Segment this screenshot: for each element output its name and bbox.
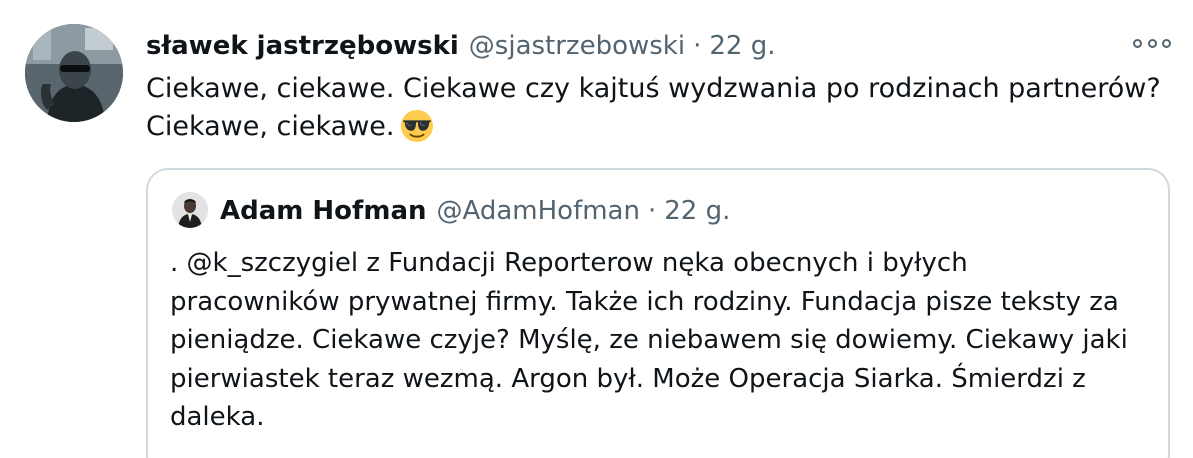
author-handle[interactable]: @sjastrzebowski xyxy=(469,28,685,64)
quoted-tweet-card[interactable]: Adam Hofman @AdamHofman · 22 g. . @k_szc… xyxy=(146,168,1170,458)
quoted-text-line: pieniądze. Ciekawe czyje? Myślę, ze nieb… xyxy=(170,325,1128,355)
more-options-icon[interactable] xyxy=(1133,33,1171,53)
tweet-text-line: Ciekawe, ciekawe. Ciekawe czy kajtuś wyd… xyxy=(146,73,1161,104)
tweet-text: Ciekawe, ciekawe. Ciekawe czy kajtuś wyd… xyxy=(146,70,1176,146)
quoted-author-name[interactable]: Adam Hofman xyxy=(220,194,427,228)
quoted-tweet-header: Adam Hofman @AdamHofman · 22 g. xyxy=(220,194,730,228)
author-avatar-image xyxy=(25,24,123,122)
quoted-author-handle[interactable]: @AdamHofman xyxy=(437,194,640,228)
quoted-author-avatar[interactable] xyxy=(172,192,208,228)
tweet-header: sławek jastrzębowski @sjastrzebowski · 2… xyxy=(146,28,775,64)
quoted-tweet-text: . @k_szczygiel z Fundacji Reporterow nęk… xyxy=(170,244,1150,437)
quoted-author-avatar-image xyxy=(172,192,208,228)
quoted-tweet-timestamp[interactable]: 22 g. xyxy=(664,194,730,228)
tweet[interactable]: sławek jastrzębowski @sjastrzebowski · 2… xyxy=(0,0,1193,458)
quoted-text-line: pracowników prywatnej firmy. Także ich r… xyxy=(170,286,1119,317)
header-separator: · xyxy=(693,31,702,61)
tweet-text-line: Ciekawe, ciekawe. xyxy=(146,111,395,142)
more-dot-icon xyxy=(1133,38,1142,48)
more-dot-icon xyxy=(1147,38,1157,48)
quoted-text-line: pierwiastek teraz wezmą. Argon był. Może… xyxy=(170,363,1086,394)
author-avatar[interactable] xyxy=(25,24,123,122)
quoted-header-separator: · xyxy=(647,196,657,226)
quoted-text-line: daleka. xyxy=(170,402,265,432)
quoted-text-line: . @k_szczygiel z Fundacji Reporterow nęk… xyxy=(170,248,968,278)
more-dot-icon xyxy=(1162,38,1171,48)
sunglasses-emoji-icon xyxy=(401,109,434,142)
tweet-timestamp[interactable]: 22 g. xyxy=(709,28,775,64)
tweet-text-line-with-emoji: Ciekawe, ciekawe. xyxy=(146,108,1176,146)
author-name[interactable]: sławek jastrzębowski xyxy=(146,28,459,64)
